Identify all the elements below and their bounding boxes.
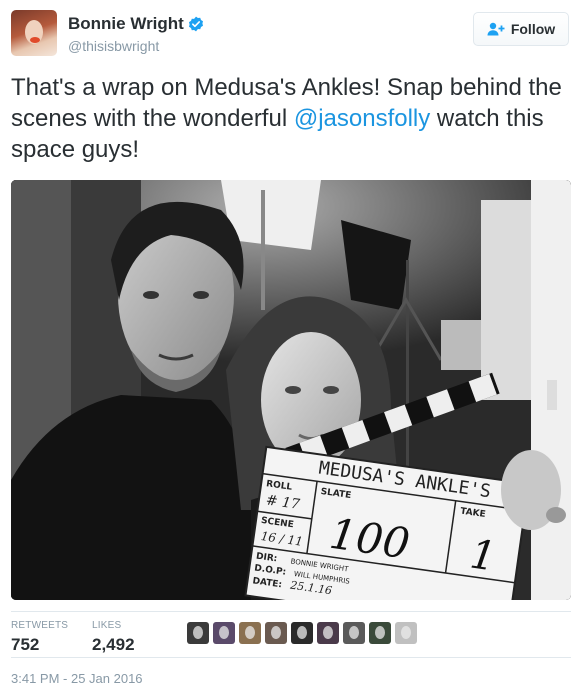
liker-avatar[interactable] [317, 622, 339, 644]
likes-label: LIKES [92, 620, 122, 631]
mention-link[interactable]: @jasonsfolly [294, 105, 430, 132]
user-name-block[interactable]: Bonnie Wright @thisisbwright [68, 14, 204, 54]
retweets-count: 752 [11, 635, 40, 654]
liker-avatar[interactable] [369, 622, 391, 644]
photo-illustration: MEDUSA'S ANKLE'S ROLL # 17 SCENE 16 / 11… [11, 180, 571, 600]
liker-avatar[interactable] [291, 622, 313, 644]
verified-badge-icon [188, 16, 203, 32]
liker-avatar[interactable] [187, 622, 209, 644]
likes-count: 2,492 [92, 635, 135, 654]
display-name[interactable]: Bonnie Wright [68, 14, 184, 34]
liker-avatar[interactable] [213, 622, 235, 644]
liker-avatar[interactable] [343, 622, 365, 644]
tweet-header: Bonnie Wright @thisisbwright Follow [11, 10, 573, 60]
follow-button-label: Follow [510, 21, 556, 37]
liker-avatar[interactable] [239, 622, 261, 644]
retweets-label: RETWEETS [11, 620, 69, 631]
user-avatar[interactable] [11, 10, 57, 56]
divider [11, 657, 571, 658]
user-handle[interactable]: @thisisbwright [68, 38, 204, 54]
add-user-icon [487, 22, 505, 36]
retweets-stat[interactable]: RETWEETS 752 [11, 620, 68, 655]
tweet-stats: RETWEETS 752 LIKES 2,492 [11, 611, 571, 661]
tweet-text: That's a wrap on Medusa's Ankles! Snap b… [11, 72, 571, 165]
liker-avatar[interactable] [395, 622, 417, 644]
follow-button[interactable]: Follow [473, 12, 569, 46]
liker-avatars [187, 622, 421, 644]
tweet-timestamp[interactable]: 3:41 PM - 25 Jan 2016 [11, 671, 143, 686]
likes-stat[interactable]: LIKES 2,492 [92, 620, 135, 655]
tweet-photo[interactable]: MEDUSA'S ANKLE'S ROLL # 17 SCENE 16 / 11… [11, 180, 571, 600]
liker-avatar[interactable] [265, 622, 287, 644]
